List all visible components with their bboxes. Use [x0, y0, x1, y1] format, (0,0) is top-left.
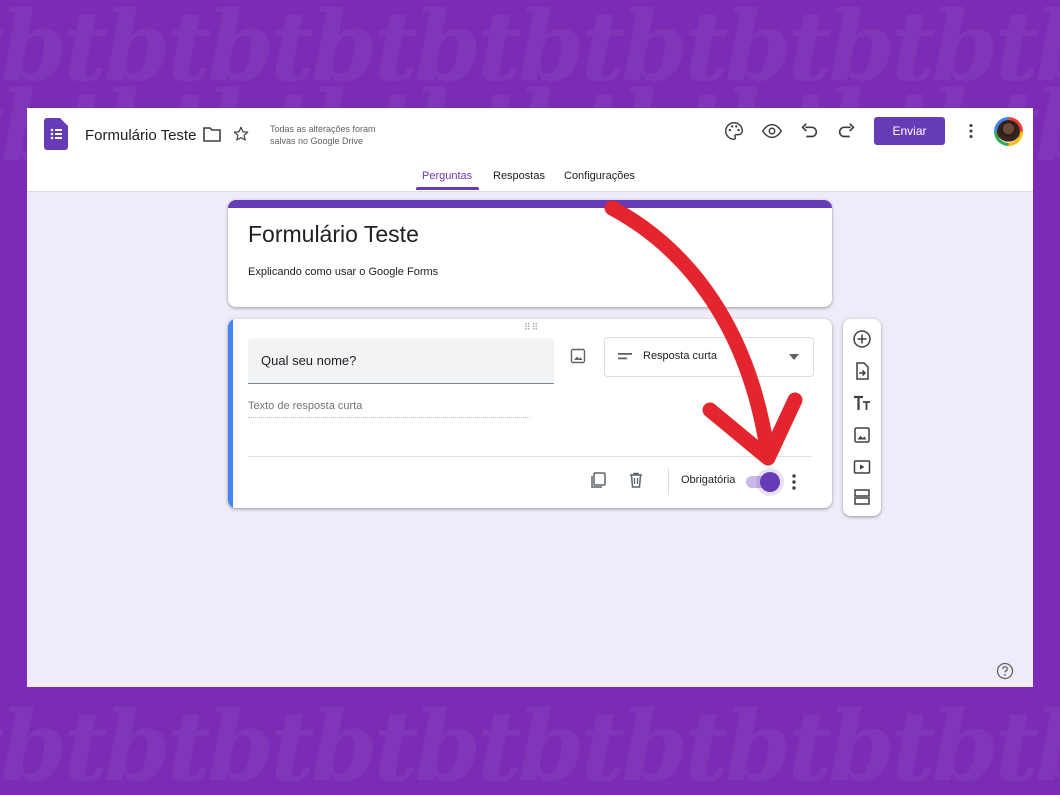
save-status-line2: salvas no Google Drive	[270, 136, 364, 146]
form-description[interactable]: Explicando como usar o Google Forms	[248, 266, 438, 278]
add-image-icon[interactable]	[570, 348, 586, 364]
forms-window: Formulário Teste Todas as alterações for…	[27, 108, 1033, 687]
add-section-icon[interactable]	[852, 487, 872, 507]
active-question-strip	[228, 319, 233, 508]
more-vert-icon[interactable]	[788, 472, 800, 492]
help-icon[interactable]	[996, 662, 1014, 680]
required-toggle[interactable]	[746, 472, 780, 492]
save-status: Todas as alterações foram salvas no Goog…	[270, 123, 410, 147]
import-questions-icon[interactable]	[852, 361, 872, 381]
preview-eye-icon[interactable]	[761, 120, 783, 142]
form-header-card[interactable]: Formulário Teste Explicando como usar o …	[228, 200, 832, 307]
palette-icon[interactable]	[723, 120, 745, 142]
question-type-label: Resposta curta	[643, 350, 717, 362]
header-accent-strip	[228, 200, 832, 208]
footer-divider	[248, 456, 812, 457]
save-status-line1: Todas as alterações foram	[270, 124, 376, 134]
duplicate-icon[interactable]	[589, 471, 607, 489]
add-question-icon[interactable]	[852, 329, 872, 349]
redo-icon[interactable]	[836, 120, 858, 142]
question-title-input[interactable]: Qual seu nome?	[248, 338, 554, 384]
undo-icon[interactable]	[798, 120, 820, 142]
toggle-knob	[760, 472, 780, 492]
footer-separator	[668, 469, 669, 495]
avatar[interactable]	[994, 117, 1023, 146]
folder-icon[interactable]	[203, 126, 221, 142]
tab-configuracoes[interactable]: Configurações	[564, 170, 635, 182]
tab-respostas[interactable]: Respostas	[493, 170, 545, 182]
floating-toolbar	[843, 319, 881, 516]
avatar-photo	[997, 120, 1020, 143]
document-title[interactable]: Formulário Teste	[85, 127, 196, 144]
short-answer-placeholder: Texto de resposta curta	[248, 400, 530, 418]
top-bar: Formulário Teste Todas as alterações for…	[27, 108, 1033, 192]
required-label: Obrigatória	[681, 474, 736, 486]
question-type-dropdown[interactable]: Resposta curta	[604, 337, 814, 377]
star-icon[interactable]	[232, 125, 250, 143]
question-card[interactable]: ⠿⠿ Qual seu nome? Resposta curta Texto d…	[228, 319, 832, 508]
tab-perguntas[interactable]: Perguntas	[422, 170, 472, 182]
send-button[interactable]: Enviar	[874, 117, 945, 145]
short-text-icon	[618, 353, 632, 360]
more-vert-icon[interactable]	[960, 120, 982, 142]
forms-logo-icon[interactable]	[44, 118, 68, 150]
chevron-down-icon	[789, 354, 799, 360]
active-tab-indicator	[416, 187, 479, 190]
add-image-icon[interactable]	[852, 425, 872, 445]
form-title[interactable]: Formulário Teste	[248, 221, 419, 248]
add-title-icon[interactable]	[852, 393, 872, 413]
delete-icon[interactable]	[627, 471, 645, 489]
question-text: Qual seu nome?	[261, 353, 357, 368]
add-video-icon[interactable]	[852, 457, 872, 477]
drag-handle-icon[interactable]: ⠿⠿	[524, 322, 539, 333]
